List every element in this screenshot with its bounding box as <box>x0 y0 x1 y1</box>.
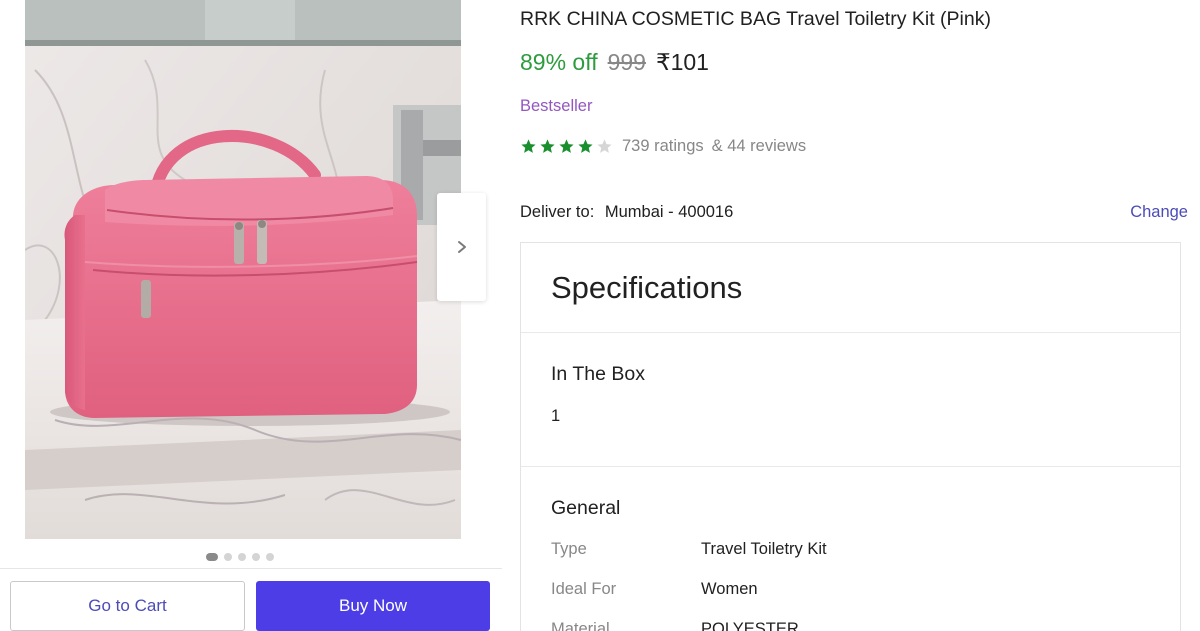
ratings-count: 739 ratings <box>622 137 704 155</box>
star-filled-icon <box>521 139 536 153</box>
price-row: 89% off 999 ₹101 <box>520 49 709 76</box>
delivery-location: Deliver to: Mumbai - 400016 Change <box>520 203 1188 222</box>
chevron-right-icon <box>457 241 466 253</box>
pagination-dot[interactable] <box>224 553 232 561</box>
specifications-heading: Specifications <box>551 270 743 305</box>
star-filled-icon <box>540 139 555 153</box>
selling-price: ₹101 <box>655 49 709 75</box>
original-price: 999 <box>607 49 646 75</box>
delivery-address: Mumbai - 400016 <box>604 203 734 221</box>
product-title: RRK CHINA COSMETIC BAG Travel Toiletry K… <box>520 8 991 30</box>
general-heading: General <box>551 497 621 519</box>
next-image-button[interactable] <box>437 193 486 301</box>
product-image[interactable] <box>25 0 461 539</box>
spec-value: Women <box>701 580 758 598</box>
pagination-dot[interactable] <box>252 553 260 561</box>
star-rating <box>520 138 613 155</box>
in-the-box-heading: In The Box <box>551 363 645 385</box>
star-filled-icon <box>578 139 593 153</box>
divider <box>521 332 1180 333</box>
buy-now-button[interactable]: Buy Now <box>256 581 490 631</box>
product-gallery: Go to Cart Buy Now <box>0 0 505 631</box>
reviews-count: & 44 reviews <box>711 137 807 155</box>
bestseller-badge: Bestseller <box>520 97 593 115</box>
go-to-cart-button[interactable]: Go to Cart <box>10 581 245 631</box>
deliver-to-label: Deliver to: <box>520 203 595 221</box>
spec-value: Travel Toiletry Kit <box>701 540 827 558</box>
divider <box>521 466 1180 467</box>
product-details: RRK CHINA COSMETIC BAG Travel Toiletry K… <box>520 0 1200 631</box>
star-empty-icon <box>597 139 612 153</box>
purchase-footer: Go to Cart Buy Now <box>0 568 502 631</box>
pagination-dot[interactable] <box>238 553 246 561</box>
spec-key: Ideal For <box>551 580 617 598</box>
pink-cosmetic-bag-photo <box>25 0 461 539</box>
image-pagination-dots <box>206 553 274 561</box>
pagination-dot[interactable] <box>206 553 218 561</box>
star-filled-icon <box>559 139 574 153</box>
specifications-card: Specifications In The Box 1 General Type… <box>520 242 1181 631</box>
in-the-box-value: 1 <box>551 407 561 425</box>
rating-summary[interactable]: 739 ratings & 44 reviews <box>520 137 806 156</box>
discount-percent: 89% off <box>520 49 598 75</box>
change-location-link[interactable]: Change <box>1130 203 1188 222</box>
spec-value: POLYESTER <box>701 620 799 631</box>
spec-key: Type <box>551 540 587 558</box>
pagination-dot[interactable] <box>266 553 274 561</box>
spec-key: Material <box>551 620 610 631</box>
